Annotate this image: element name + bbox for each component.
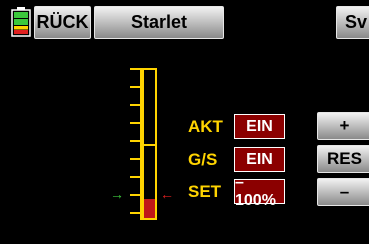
- label-gs: G/S: [188, 150, 218, 169]
- battery-icon: [11, 7, 31, 37]
- model-name-title: Starlet: [94, 6, 224, 39]
- value-gs[interactable]: EIN: [234, 147, 285, 172]
- transmitter-screen: RÜCK Starlet Sv → ← AKT EIN G/S EIN SET …: [0, 0, 369, 244]
- save-button[interactable]: Sv: [336, 6, 369, 39]
- gauge-tick: [130, 104, 140, 106]
- reset-button[interactable]: RES: [317, 145, 369, 173]
- minus-button[interactable]: –: [317, 178, 369, 206]
- label-akt: AKT: [188, 117, 223, 136]
- gauge-tick: [130, 158, 140, 160]
- back-button[interactable]: RÜCK: [34, 6, 91, 39]
- plus-button[interactable]: +: [317, 112, 369, 140]
- gauge-tick: [130, 68, 140, 70]
- channel-gauge: [125, 68, 165, 223]
- gauge-bar: [142, 68, 157, 220]
- label-set: SET: [188, 182, 222, 201]
- value-set[interactable]: –100%: [234, 174, 285, 209]
- gauge-tick: [130, 86, 140, 88]
- left-marker-arrow-icon: →: [110, 186, 124, 202]
- right-marker-arrow-icon: ←: [160, 186, 174, 202]
- gauge-fill: [144, 198, 155, 218]
- gauge-tick: [130, 122, 140, 124]
- gauge-tick: [130, 194, 140, 196]
- gauge-tick: [130, 176, 140, 178]
- gauge-tick: [130, 140, 140, 142]
- gauge-center-line: [144, 144, 155, 146]
- value-akt[interactable]: EIN: [234, 114, 285, 139]
- gauge-tick: [130, 212, 140, 214]
